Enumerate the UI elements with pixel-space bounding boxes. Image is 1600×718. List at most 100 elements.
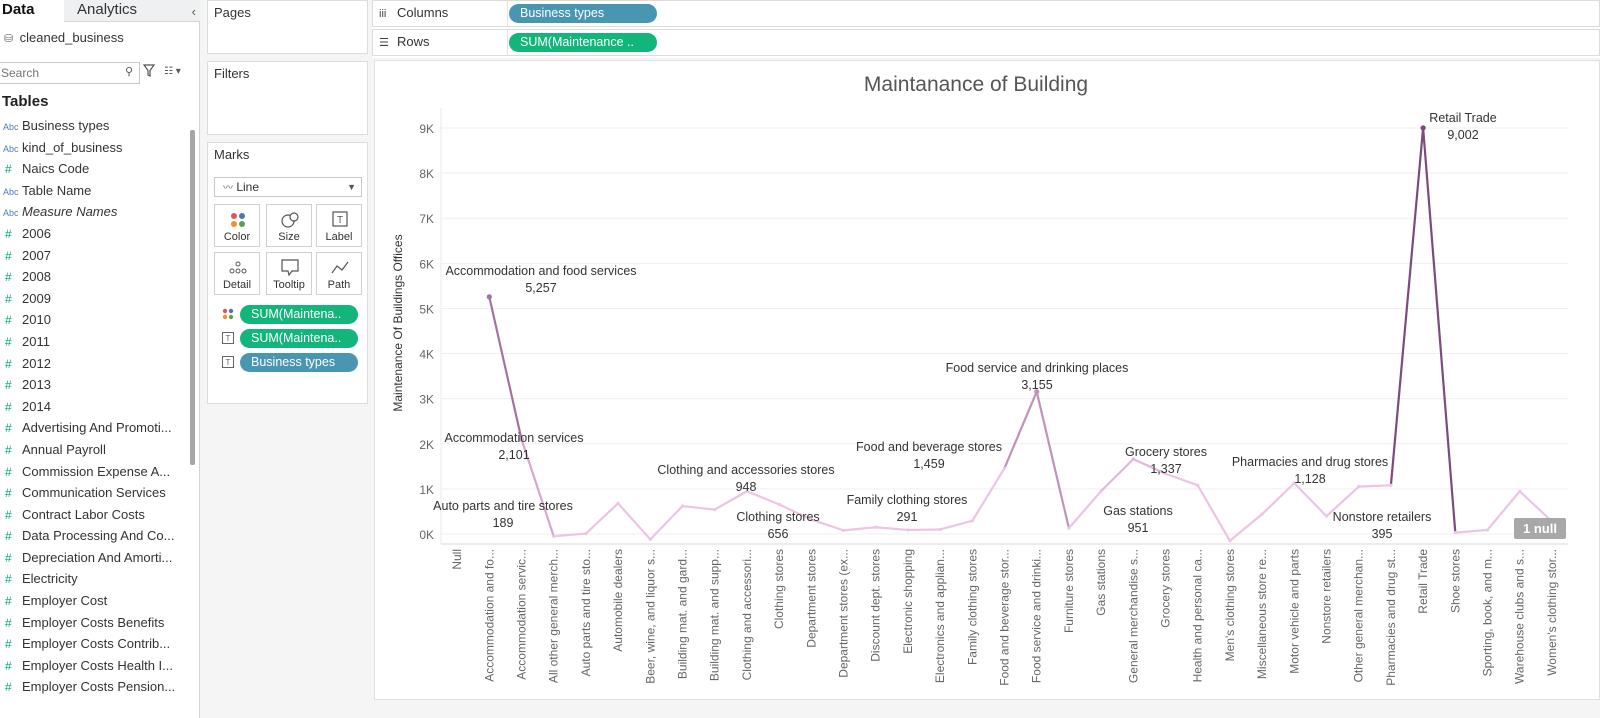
chart-title: Maintanance of Building: [864, 73, 1088, 96]
line-segment: [584, 502, 620, 535]
data-label-value: 1,337: [1150, 462, 1181, 476]
line-segment: [938, 519, 974, 531]
x-tick-label: Warehouse clubs and s...: [1513, 549, 1527, 684]
x-tick-label: Auto parts and tire sto...: [579, 549, 593, 676]
line-segment: [874, 526, 910, 532]
data-label-name: Pharmacies and drug stores: [1232, 455, 1388, 469]
data-point[interactable]: [552, 534, 556, 538]
x-tick-label: Miscellaneous store re...: [1255, 549, 1269, 679]
data-label-value: 189: [493, 516, 514, 530]
data-point[interactable]: [841, 528, 846, 532]
x-tick-label: Health and personal ca...: [1191, 549, 1205, 682]
data-point[interactable]: [1357, 485, 1361, 489]
data-point[interactable]: [1196, 483, 1200, 487]
y-tick-label: 3K: [419, 393, 434, 407]
data-label-name: Accommodation and food services: [445, 264, 636, 278]
y-tick-label: 5K: [419, 302, 434, 316]
data-point[interactable]: [777, 502, 781, 507]
x-tick-label: Shoe stores: [1448, 549, 1462, 613]
x-tick-label: Family clothing stores: [965, 549, 979, 665]
data-point[interactable]: [1067, 526, 1071, 530]
data-point[interactable]: [486, 294, 492, 300]
x-tick-label: Beer, wine, and liquor s...: [643, 549, 657, 684]
x-tick-label: Nonstore retailers: [1320, 549, 1334, 644]
line-segment: [1389, 126, 1425, 487]
data-point[interactable]: [713, 508, 717, 512]
line-segment: [1228, 513, 1264, 542]
data-label-name: Retail Trade: [1429, 111, 1496, 125]
data-label-value: 9,002: [1447, 128, 1478, 142]
x-tick-label: Department stores: [804, 549, 818, 648]
line-segment: [1260, 482, 1296, 516]
line-segment: [488, 295, 523, 441]
data-point[interactable]: [1002, 466, 1007, 470]
x-tick-label: Grocery stores: [1159, 549, 1173, 628]
data-point[interactable]: [1228, 539, 1232, 543]
data-point[interactable]: [1485, 528, 1490, 532]
data-point[interactable]: [1389, 483, 1393, 487]
x-tick-label: Men's clothing stores: [1223, 549, 1237, 661]
data-label-name: Clothing and accessories stores: [657, 463, 834, 477]
data-point[interactable]: [584, 531, 588, 536]
line-segment: [1003, 390, 1038, 470]
x-tick-label: Electronics and applian...: [933, 549, 947, 683]
line-segment: [1454, 528, 1489, 534]
data-label-value: 2,101: [498, 448, 529, 462]
data-label-name: Nonstore retailers: [1333, 510, 1432, 524]
data-point[interactable]: [906, 528, 910, 532]
data-point[interactable]: [648, 537, 652, 542]
y-tick-label: 7K: [419, 212, 434, 226]
x-tick-label: General merchandise s...: [1126, 549, 1140, 683]
y-tick-label: 4K: [419, 348, 434, 362]
data-label-value: 1,128: [1294, 472, 1325, 486]
line-segment: [1421, 126, 1457, 534]
y-tick-label: 6K: [419, 257, 434, 271]
data-label-name: Grocery stores: [1125, 445, 1207, 459]
line-segment: [1196, 484, 1232, 542]
x-tick-label: Electronic shopping: [901, 549, 915, 654]
data-label-name: Food and beverage stores: [856, 440, 1002, 454]
data-point[interactable]: [1420, 125, 1426, 131]
x-tick-label: Other general merchan...: [1352, 549, 1366, 682]
y-tick-label: 1K: [419, 483, 434, 497]
y-tick-label: 8K: [419, 167, 434, 181]
data-point[interactable]: [1518, 489, 1522, 493]
data-point[interactable]: [970, 519, 974, 523]
x-tick-label: Gas stations: [1094, 549, 1108, 616]
data-point[interactable]: [1260, 512, 1264, 516]
data-label-value: 291: [897, 510, 918, 524]
x-tick-label: Null: [450, 549, 464, 570]
x-tick-label: Discount dept. stores: [869, 549, 883, 662]
x-tick-label: Clothing stores: [772, 549, 786, 629]
line-segment: [842, 526, 877, 532]
line-segment: [1035, 390, 1071, 530]
x-tick-label: Women's clothing stor...: [1545, 549, 1559, 676]
data-label-name: Food service and drinking places: [946, 361, 1129, 375]
x-tick-label: Department stores (ex...: [837, 549, 851, 678]
line-segment: [1293, 482, 1328, 518]
data-label-name: Accommodation services: [445, 431, 584, 445]
line-segment: [1357, 484, 1393, 488]
line-segment: [681, 504, 716, 511]
x-tick-label: Accommodation and fo...: [482, 549, 496, 682]
line-segment: [1518, 490, 1554, 523]
data-point[interactable]: [938, 527, 942, 532]
data-point[interactable]: [680, 504, 685, 508]
x-tick-label: All other general merch...: [547, 549, 561, 683]
data-label-name: Family clothing stores: [847, 493, 968, 507]
null-indicator-badge[interactable]: 1 null: [1514, 518, 1566, 539]
data-label-name: Clothing stores: [736, 510, 819, 524]
data-point[interactable]: [1324, 514, 1329, 518]
data-label-value: 5,257: [525, 281, 556, 295]
y-axis-label: Maintenance Of Buildings Offices: [391, 234, 405, 411]
x-tick-label: Building mat. and supp...: [708, 549, 722, 681]
data-point[interactable]: [1099, 489, 1103, 493]
data-point[interactable]: [874, 525, 878, 529]
data-label-name: Auto parts and tire stores: [433, 499, 573, 513]
data-label-value: 1,459: [913, 457, 944, 471]
data-label-value: 395: [1372, 527, 1393, 541]
data-point[interactable]: [616, 501, 620, 505]
x-tick-label: Food and beverage stor...: [998, 549, 1012, 686]
x-tick-label: Clothing and accessori...: [740, 549, 754, 680]
data-point[interactable]: [1453, 531, 1457, 535]
